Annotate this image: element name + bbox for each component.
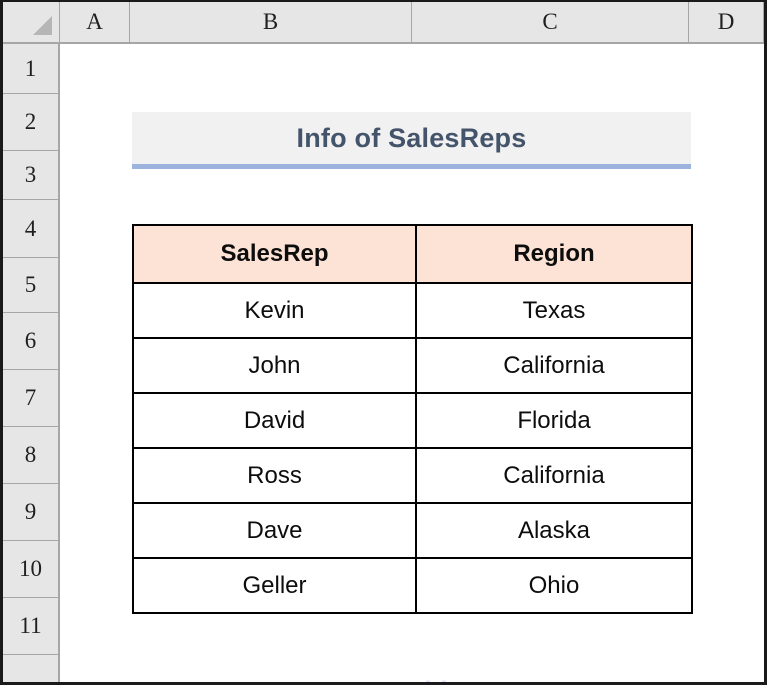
column-header-row: A B C D: [3, 2, 764, 44]
row-header-11[interactable]: 11: [3, 598, 58, 655]
row-header-6[interactable]: 6: [3, 313, 58, 370]
title-banner-cell[interactable]: Info of SalesReps: [132, 112, 691, 169]
row-header-8[interactable]: 8: [3, 427, 58, 484]
table-row[interactable]: David Florida: [132, 392, 693, 449]
watermark-brand-name: exceldemy: [365, 678, 501, 683]
table-row[interactable]: Kevin Texas: [132, 282, 693, 339]
table-header-row: SalesRep Region: [132, 224, 693, 284]
table-row[interactable]: Ross California: [132, 447, 693, 504]
cell-salesrep[interactable]: Dave: [132, 502, 417, 559]
column-header-b[interactable]: B: [130, 2, 412, 42]
cell-salesrep[interactable]: John: [132, 337, 417, 394]
table-row[interactable]: Geller Ohio: [132, 557, 693, 614]
cell-salesrep[interactable]: David: [132, 392, 417, 449]
excel-window: A B C D 1 2 3 4 5 6 7 8 9 10 11 Info of …: [0, 0, 767, 685]
worksheet-grid[interactable]: Info of SalesReps SalesRep Region Kevin …: [62, 46, 764, 682]
column-header-salesrep[interactable]: SalesRep: [132, 224, 417, 284]
cell-region[interactable]: Texas: [415, 282, 693, 339]
row-header-5[interactable]: 5: [3, 258, 58, 313]
row-header-3[interactable]: 3: [3, 151, 58, 200]
cell-region[interactable]: Florida: [415, 392, 693, 449]
row-header-4[interactable]: 4: [3, 200, 58, 258]
watermark-wordmark: exceldemy EXCEL · DATA · BI: [365, 678, 501, 683]
cube-logo-icon: [325, 681, 358, 682]
cell-region[interactable]: California: [415, 447, 693, 504]
cell-region[interactable]: Alaska: [415, 502, 693, 559]
row-header-10[interactable]: 10: [3, 541, 58, 598]
table-row[interactable]: John California: [132, 337, 693, 394]
column-header-d[interactable]: D: [689, 2, 764, 42]
column-header-a[interactable]: A: [60, 2, 130, 42]
cell-salesrep[interactable]: Geller: [132, 557, 417, 614]
row-header-column: 1 2 3 4 5 6 7 8 9 10 11: [3, 44, 60, 682]
column-header-region[interactable]: Region: [415, 224, 693, 284]
page-title: Info of SalesReps: [296, 122, 527, 153]
row-header-2[interactable]: 2: [3, 94, 58, 151]
row-header-7[interactable]: 7: [3, 370, 58, 427]
cell-region[interactable]: California: [415, 337, 693, 394]
exceldemy-watermark: exceldemy EXCEL · DATA · BI: [62, 678, 764, 683]
cell-salesrep[interactable]: Kevin: [132, 282, 417, 339]
select-all-corner[interactable]: [3, 2, 60, 42]
salesreps-table: SalesRep Region Kevin Texas John Califor…: [132, 224, 693, 614]
row-header-1[interactable]: 1: [3, 44, 58, 94]
column-header-c[interactable]: C: [412, 2, 689, 42]
cell-salesrep[interactable]: Ross: [132, 447, 417, 504]
row-header-9[interactable]: 9: [3, 484, 58, 541]
cell-region[interactable]: Ohio: [415, 557, 693, 614]
table-row[interactable]: Dave Alaska: [132, 502, 693, 559]
select-all-triangle-icon: [33, 16, 52, 35]
